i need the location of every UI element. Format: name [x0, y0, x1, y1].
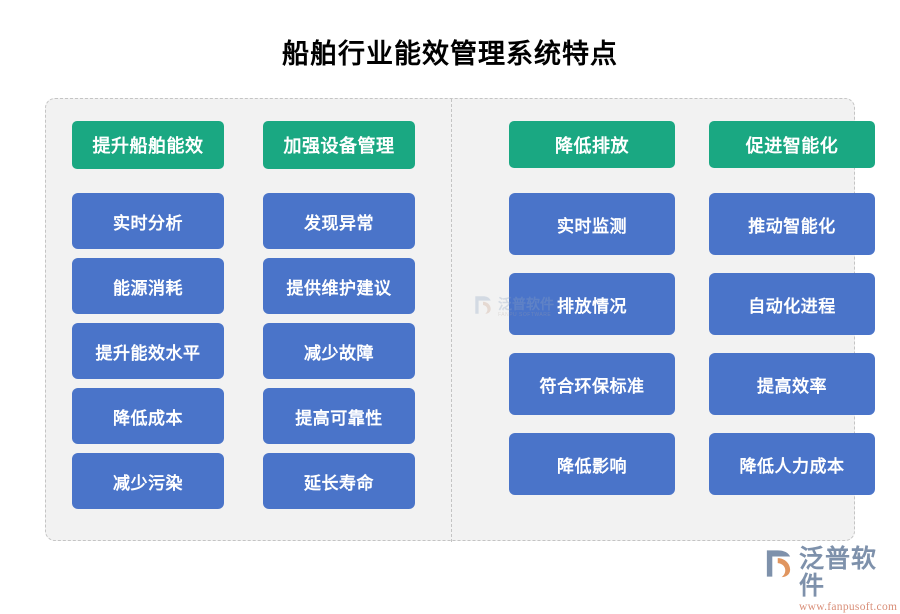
content-frame: 提升船舶能效 实时分析 能源消耗 提升能效水平 降低成本 减少污染 加强设备管理… — [45, 98, 875, 542]
item-box[interactable]: 符合环保标准 — [509, 353, 675, 415]
item-box[interactable]: 排放情况 — [509, 273, 675, 335]
column-header-2[interactable]: 加强设备管理 — [263, 121, 415, 169]
item-box[interactable]: 延长寿命 — [263, 453, 415, 509]
page-title: 船舶行业能效管理系统特点 — [282, 39, 618, 69]
brand-logo: 泛普软件 www.fanpusoft.com — [763, 546, 897, 613]
item-box[interactable]: 推动智能化 — [709, 193, 875, 255]
brand-url: www.fanpusoft.com — [799, 601, 898, 613]
column-header-4[interactable]: 促进智能化 — [709, 121, 875, 168]
item-box[interactable]: 提高可靠性 — [263, 388, 415, 444]
item-box[interactable]: 减少故障 — [263, 323, 415, 379]
item-box[interactable]: 能源消耗 — [72, 258, 224, 314]
column-reduce-emissions: 降低排放 实时监测 排放情况 符合环保标准 降低影响 — [509, 99, 675, 542]
item-box[interactable]: 降低成本 — [72, 388, 224, 444]
panel-right: 降低排放 实时监测 排放情况 符合环保标准 降低影响 促进智能化 推动智能化 自… — [451, 99, 875, 542]
item-box[interactable]: 发现异常 — [263, 193, 415, 249]
brand-text-block: 泛普软件 www.fanpusoft.com — [799, 546, 897, 614]
column-promote-intelligence: 促进智能化 推动智能化 自动化进程 提高效率 降低人力成本 — [709, 99, 875, 542]
item-box[interactable]: 实时监测 — [509, 193, 675, 255]
column-header-1[interactable]: 提升船舶能效 — [72, 121, 224, 169]
column-strengthen-equipment-management: 加强设备管理 发现异常 提供维护建议 减少故障 提高可靠性 延长寿命 — [263, 99, 415, 542]
item-box[interactable]: 自动化进程 — [709, 273, 875, 335]
fanpu-logo-icon — [763, 548, 794, 579]
item-box[interactable]: 提高效率 — [709, 353, 875, 415]
panel-left: 提升船舶能效 实时分析 能源消耗 提升能效水平 降低成本 减少污染 加强设备管理… — [46, 99, 451, 542]
item-box[interactable]: 减少污染 — [72, 453, 224, 509]
item-box[interactable]: 降低影响 — [509, 433, 675, 495]
item-box[interactable]: 实时分析 — [72, 193, 224, 249]
brand-name: 泛普软件 — [799, 545, 878, 600]
item-box[interactable]: 降低人力成本 — [709, 433, 875, 495]
column-improve-ship-efficiency: 提升船舶能效 实时分析 能源消耗 提升能效水平 降低成本 减少污染 — [72, 99, 224, 542]
item-box[interactable]: 提升能效水平 — [72, 323, 224, 379]
item-box[interactable]: 提供维护建议 — [263, 258, 415, 314]
column-header-3[interactable]: 降低排放 — [509, 121, 675, 168]
